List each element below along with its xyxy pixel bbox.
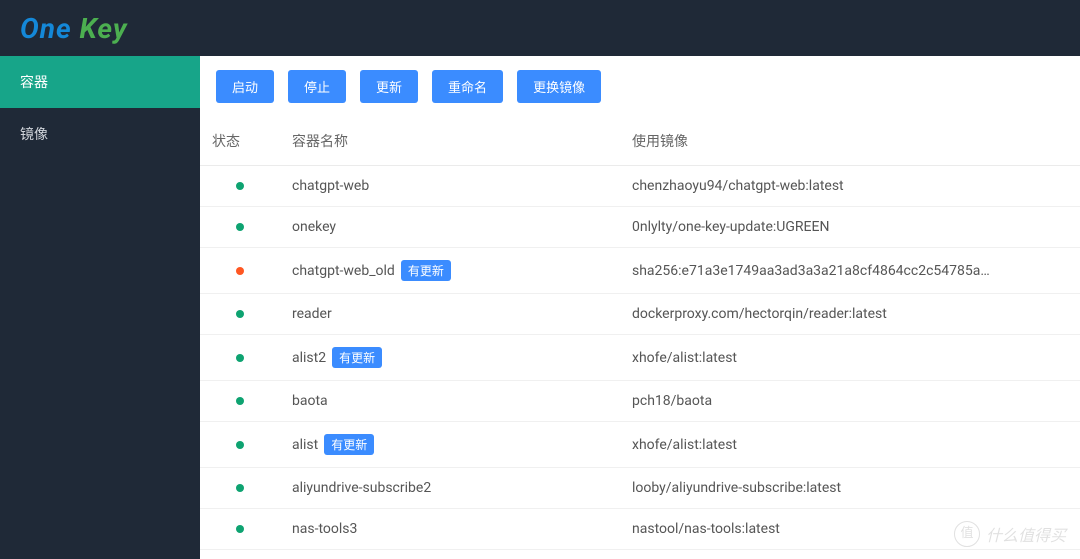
cell-name: baota (280, 381, 620, 422)
update-badge: 有更新 (332, 347, 382, 368)
table-row[interactable]: nas-tools3 nastool/nas-tools:latest (200, 509, 1080, 550)
logo-word-one: One (20, 12, 72, 45)
status-dot-icon (236, 310, 244, 318)
container-name: alist2 (292, 350, 326, 366)
container-name: chatgpt-web (292, 178, 369, 194)
stop-button[interactable]: 停止 (288, 70, 346, 103)
cell-image: 6053537/portainer-ce (620, 550, 1080, 559)
status-dot-icon (236, 484, 244, 492)
status-dot-icon (236, 397, 244, 405)
app-header: One Key (0, 0, 1080, 56)
table-row[interactable]: chatgpt-web chenzhaoyu94/chatgpt-web:late… (200, 166, 1080, 207)
th-status: 状态 (200, 117, 280, 166)
change-image-button[interactable]: 更换镜像 (517, 70, 601, 103)
cell-status (200, 381, 280, 422)
logo-word-key: Key (80, 12, 128, 45)
update-button[interactable]: 更新 (360, 70, 418, 103)
table-row[interactable]: onekey 0nlylty/one-key-update:UGREEN (200, 207, 1080, 248)
table-row[interactable]: aliyundrive-subscribe2 looby/aliyundrive-… (200, 468, 1080, 509)
app-logo: One Key (20, 12, 128, 45)
cell-name: chatgpt-web (280, 166, 620, 207)
table-row[interactable]: reader dockerproxy.com/hectorqin/reader:l… (200, 294, 1080, 335)
cell-image: dockerproxy.com/hectorqin/reader:latest (620, 294, 1080, 335)
rename-button[interactable]: 重命名 (432, 70, 503, 103)
th-image: 使用镜像 (620, 117, 1080, 166)
sidebar-item-containers[interactable]: 容器 (0, 56, 200, 108)
cell-status (200, 207, 280, 248)
sidebar-item-label: 容器 (20, 75, 48, 91)
table-row[interactable]: alist2 有更新 xhofe/alist:latest (200, 335, 1080, 381)
status-dot-icon (236, 223, 244, 231)
sidebar-item-images[interactable]: 镜像 (0, 108, 200, 160)
cell-image: nastool/nas-tools:latest (620, 509, 1080, 550)
container-name: onekey (292, 219, 336, 235)
cell-image: chenzhaoyu94/chatgpt-web:latest (620, 166, 1080, 207)
table-row[interactable]: chatgpt-web_old 有更新 sha256:e71a3e1749aa3ad… (200, 248, 1080, 294)
cell-name: reader (280, 294, 620, 335)
container-name: baota (292, 393, 328, 409)
containers-table: 状态 容器名称 使用镜像 chatgpt-web chenzhaoyu94/cha… (200, 117, 1080, 559)
cell-image: xhofe/alist:latest (620, 335, 1080, 381)
start-button[interactable]: 启动 (216, 70, 274, 103)
cell-name: Portainer (280, 550, 620, 559)
status-dot-icon (236, 354, 244, 362)
cell-status (200, 422, 280, 468)
cell-name: onekey (280, 207, 620, 248)
table-row[interactable]: Portainer6053537/portainer-ce (200, 550, 1080, 559)
container-name: reader (292, 306, 332, 322)
cell-image: xhofe/alist:latest (620, 422, 1080, 468)
update-badge: 有更新 (401, 260, 451, 281)
main-content: 启动 停止 更新 重命名 更换镜像 状态 容器名称 使用镜像 chatgpt-w… (200, 56, 1080, 559)
table-row[interactable]: baota pch18/baota (200, 381, 1080, 422)
status-dot-icon (236, 525, 244, 533)
cell-name: alist2 有更新 (280, 335, 620, 381)
toolbar: 启动 停止 更新 重命名 更换镜像 (200, 56, 1080, 117)
cell-status (200, 335, 280, 381)
th-name: 容器名称 (280, 117, 620, 166)
cell-image: looby/aliyundrive-subscribe:latest (620, 468, 1080, 509)
status-dot-icon (236, 441, 244, 449)
status-dot-icon (236, 182, 244, 190)
container-name: alist (292, 437, 318, 453)
update-badge: 有更新 (324, 434, 374, 455)
cell-status (200, 294, 280, 335)
cell-name: alist 有更新 (280, 422, 620, 468)
table-row[interactable]: alist 有更新 xhofe/alist:latest (200, 422, 1080, 468)
cell-image: sha256:e71a3e1749aa3ad3a3a21a8cf4864cc2c… (620, 248, 1080, 294)
cell-name: nas-tools3 (280, 509, 620, 550)
cell-status (200, 248, 280, 294)
status-dot-icon (236, 267, 244, 275)
cell-name: aliyundrive-subscribe2 (280, 468, 620, 509)
cell-status (200, 468, 280, 509)
cell-status (200, 509, 280, 550)
container-name: aliyundrive-subscribe2 (292, 480, 431, 496)
container-name: chatgpt-web_old (292, 263, 395, 279)
sidebar: 容器 镜像 (0, 56, 200, 559)
cell-image: pch18/baota (620, 381, 1080, 422)
sidebar-item-label: 镜像 (20, 127, 48, 143)
cell-name: chatgpt-web_old 有更新 (280, 248, 620, 294)
cell-image: 0nlylty/one-key-update:UGREEN (620, 207, 1080, 248)
cell-status (200, 550, 280, 559)
container-name: nas-tools3 (292, 521, 357, 537)
cell-status (200, 166, 280, 207)
